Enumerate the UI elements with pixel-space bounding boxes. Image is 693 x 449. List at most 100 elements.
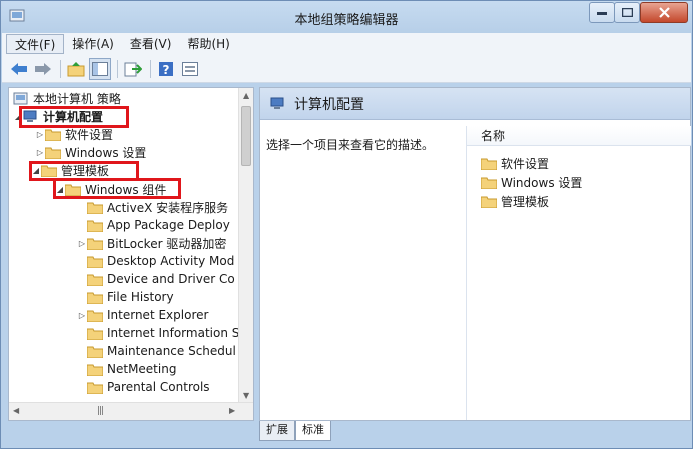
folder-icon bbox=[87, 255, 103, 268]
tree-horizontal-scrollbar[interactable] bbox=[9, 402, 253, 420]
up-folder-icon bbox=[67, 61, 85, 76]
view-tabs: 扩展 标准 bbox=[259, 421, 331, 443]
tree-item[interactable]: Device and Driver Co bbox=[77, 270, 235, 288]
back-icon bbox=[11, 62, 27, 75]
tree-item[interactable]: ▷ Internet Explorer bbox=[77, 306, 209, 324]
expander-placeholder bbox=[77, 256, 87, 266]
help-icon: ? bbox=[159, 61, 173, 77]
export-button[interactable] bbox=[122, 58, 144, 80]
scroll-down-icon[interactable]: ▼ bbox=[243, 391, 249, 400]
folder-icon bbox=[87, 237, 103, 250]
tree-item-label: ActiveX 安装程序服务 bbox=[107, 200, 229, 215]
tree-item-label: File History bbox=[107, 290, 174, 304]
toolbar-separator bbox=[117, 59, 118, 78]
properties-icon bbox=[182, 61, 198, 76]
folder-icon bbox=[481, 176, 497, 189]
tree-item-windows-settings[interactable]: ▷ Windows 设置 bbox=[35, 143, 146, 161]
maximize-icon bbox=[621, 8, 633, 17]
tree-item[interactable]: Maintenance Schedul bbox=[77, 342, 236, 360]
minimize-button[interactable] bbox=[589, 2, 615, 23]
up-folder-button[interactable] bbox=[65, 58, 87, 80]
title-bar: 本地组策略编辑器 bbox=[1, 1, 692, 33]
column-header-name[interactable]: 名称 bbox=[467, 126, 691, 146]
maximize-button[interactable] bbox=[614, 2, 640, 23]
list-item-admin-templates[interactable]: 管理模板 bbox=[481, 192, 549, 210]
tree-item-label: BitLocker 驱动器加密 bbox=[107, 236, 227, 251]
expander-placeholder bbox=[77, 202, 87, 212]
tree-item[interactable]: Desktop Activity Mod bbox=[77, 252, 234, 270]
folder-icon bbox=[481, 195, 497, 208]
list-item-windows-settings[interactable]: Windows 设置 bbox=[481, 173, 582, 191]
tree-item[interactable]: Parental Controls bbox=[77, 378, 210, 396]
folder-icon bbox=[481, 157, 497, 170]
close-icon bbox=[658, 7, 670, 18]
tab-extended[interactable]: 扩展 bbox=[259, 421, 295, 441]
tree-item[interactable]: Internet Information S bbox=[77, 324, 239, 342]
menu-file[interactable]: 文件(F) bbox=[6, 34, 65, 54]
highlight-box-windows-components bbox=[53, 178, 181, 199]
list-item-label: 软件设置 bbox=[501, 156, 550, 171]
back-button[interactable] bbox=[8, 58, 30, 80]
tree-item[interactable]: NetMeeting bbox=[77, 360, 176, 378]
collapsed-arrow-icon: ▷ bbox=[78, 238, 86, 248]
show-hide-tree-button[interactable] bbox=[89, 57, 111, 80]
scroll-left-icon[interactable]: ◀ bbox=[13, 406, 19, 415]
folder-icon bbox=[87, 309, 103, 322]
toolbar: ? bbox=[2, 55, 691, 83]
policy-icon bbox=[13, 92, 29, 105]
tree-label-windows-settings: Windows 设置 bbox=[65, 145, 147, 160]
minimize-icon bbox=[597, 11, 607, 15]
details-title: 计算机配置 bbox=[294, 96, 364, 113]
folder-icon bbox=[87, 291, 103, 304]
description-text: 选择一个项目来查看它的描述。 bbox=[266, 138, 435, 152]
list-item-label: 管理模板 bbox=[501, 194, 550, 209]
export-icon bbox=[124, 62, 142, 76]
folder-icon bbox=[45, 128, 61, 141]
app-window: 本地组策略编辑器 文件(F) 操作(A) 查看(V) 帮助(H) ? 本地计算机… bbox=[0, 0, 693, 449]
close-button[interactable] bbox=[640, 2, 688, 23]
folder-icon bbox=[45, 146, 61, 159]
tree-item[interactable]: File History bbox=[77, 288, 174, 306]
scroll-up-icon[interactable]: ▲ bbox=[243, 91, 249, 100]
expander-placeholder bbox=[77, 382, 87, 392]
folder-icon bbox=[87, 219, 103, 232]
folder-icon bbox=[87, 201, 103, 214]
tree-item-label: Maintenance Schedul bbox=[107, 344, 236, 358]
list-item-software[interactable]: 软件设置 bbox=[481, 154, 549, 172]
tree-root-label: 本地计算机 策略 bbox=[33, 91, 121, 106]
items-list: 名称 软件设置 Windows 设置 管理模板 bbox=[466, 126, 691, 420]
tree-item-label: Desktop Activity Mod bbox=[107, 254, 235, 268]
menu-bar: 文件(F) 操作(A) 查看(V) 帮助(H) bbox=[2, 33, 691, 55]
properties-button[interactable] bbox=[179, 58, 201, 80]
tree-item[interactable]: App Package Deploy bbox=[77, 216, 230, 234]
expander-placeholder bbox=[77, 274, 87, 284]
collapsed-arrow-icon: ▷ bbox=[78, 310, 86, 320]
tree-item-label: Internet Information S bbox=[107, 326, 240, 340]
list-item-label: Windows 设置 bbox=[501, 175, 583, 190]
highlight-box-computer-config bbox=[19, 106, 129, 128]
tree-item-label: Parental Controls bbox=[107, 380, 210, 394]
tree-item[interactable]: ▷ BitLocker 驱动器加密 bbox=[77, 234, 226, 252]
menu-action[interactable]: 操作(A) bbox=[64, 34, 122, 54]
folder-icon bbox=[87, 363, 103, 376]
menu-view[interactable]: 查看(V) bbox=[122, 34, 180, 54]
tree-scroll-thumb[interactable] bbox=[241, 106, 251, 166]
folder-icon bbox=[87, 381, 103, 394]
collapsed-arrow-icon: ▷ bbox=[36, 129, 44, 139]
tree-root[interactable]: 本地计算机 策略 bbox=[13, 89, 121, 107]
tab-standard[interactable]: 标准 bbox=[295, 421, 331, 441]
forward-button[interactable] bbox=[32, 58, 54, 80]
expander-placeholder bbox=[77, 292, 87, 302]
menu-help[interactable]: 帮助(H) bbox=[179, 34, 237, 54]
help-button[interactable]: ? bbox=[155, 58, 177, 80]
expander-placeholder bbox=[77, 220, 87, 230]
scroll-right-icon[interactable]: ▶ bbox=[229, 406, 235, 415]
tree-pane: 本地计算机 策略 ◢ 计算机配置 ▷ 软件设置 ▷ Windows 设置 ◢ 管… bbox=[8, 87, 254, 421]
folder-icon bbox=[87, 327, 103, 340]
tree-item[interactable]: ActiveX 安装程序服务 bbox=[77, 198, 228, 216]
tree-item-label: Internet Explorer bbox=[107, 308, 209, 322]
show-hide-tree-icon bbox=[92, 61, 108, 76]
scroll-grip-icon[interactable]: ||| bbox=[97, 406, 104, 416]
computer-icon bbox=[270, 97, 286, 110]
details-header: 计算机配置 bbox=[260, 88, 690, 120]
